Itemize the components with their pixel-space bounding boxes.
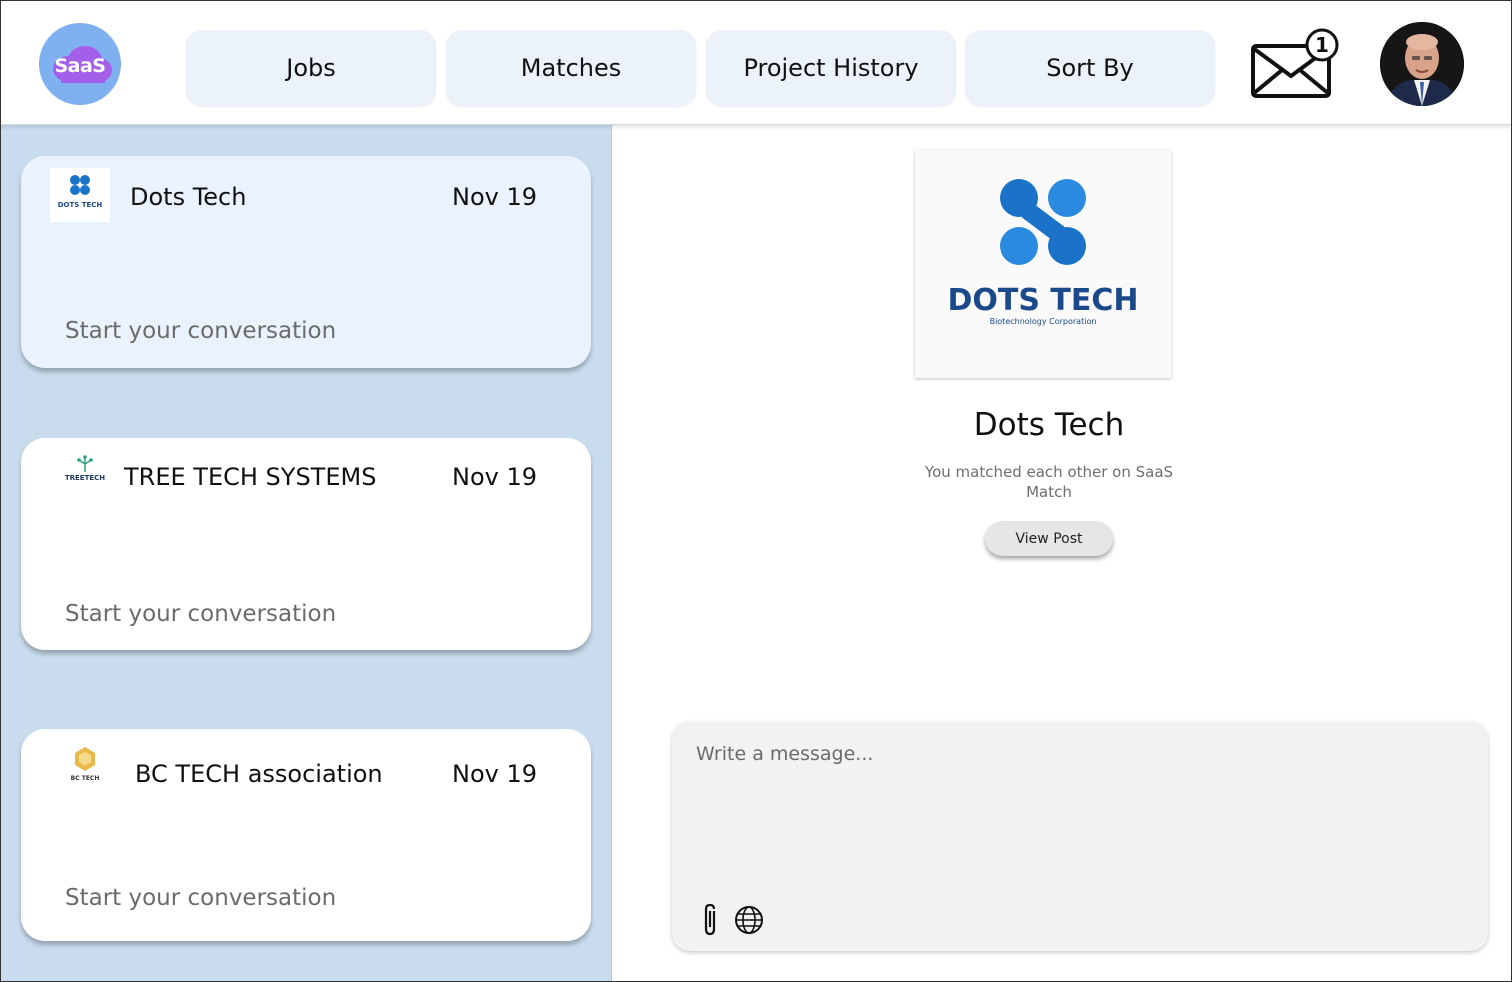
company-name: Dots Tech bbox=[130, 183, 247, 211]
svg-text:BC TECH: BC TECH bbox=[71, 775, 100, 782]
nav-sort-by-button[interactable]: Sort By bbox=[965, 30, 1215, 106]
svg-text:TREETECH: TREETECH bbox=[65, 474, 105, 482]
nav-project-history-button[interactable]: Project History bbox=[706, 30, 956, 106]
mail-icon[interactable]: 1 bbox=[1250, 28, 1342, 100]
saas-logo[interactable]: SaaS bbox=[39, 23, 121, 105]
notification-count: 1 bbox=[1315, 33, 1329, 57]
company-name: TREE TECH SYSTEMS bbox=[124, 463, 377, 491]
dots-tech-logo: DOTS TECH bbox=[50, 168, 110, 222]
match-company-logo: DOTS TECH Biotechnology Corporation bbox=[915, 150, 1171, 378]
logo-subtitle: Biotechnology Corporation bbox=[990, 317, 1097, 326]
logo-title: DOTS TECH bbox=[947, 283, 1138, 318]
bc-tech-logo: BC TECH bbox=[65, 745, 105, 785]
nav-jobs-button[interactable]: Jobs bbox=[186, 30, 436, 106]
company-name: BC TECH association bbox=[135, 760, 383, 788]
message-input[interactable] bbox=[696, 743, 1456, 893]
svg-text:DOTS TECH: DOTS TECH bbox=[58, 201, 103, 209]
conversation-preview: Start your conversation bbox=[65, 601, 337, 627]
message-composer bbox=[672, 721, 1488, 951]
logo-text: SaaS bbox=[54, 55, 106, 77]
tree-tech-logo: TREETECH bbox=[61, 454, 109, 488]
conversation-date: Nov 19 bbox=[451, 183, 537, 211]
conversation-date: Nov 19 bbox=[451, 760, 537, 788]
match-description: You matched each other on SaaS Match bbox=[924, 463, 1174, 501]
view-post-button[interactable]: View Post bbox=[985, 521, 1113, 556]
match-company-name: Dots Tech bbox=[973, 407, 1125, 443]
nav-matches-button[interactable]: Matches bbox=[446, 30, 696, 106]
user-avatar[interactable] bbox=[1380, 22, 1464, 106]
conversation-card-bc-tech[interactable]: BC TECH BC TECH association Nov 19 Start… bbox=[21, 729, 591, 941]
top-navigation-bar: SaaS Jobs Matches Project History Sort B… bbox=[0, 0, 1512, 125]
conversation-date: Nov 19 bbox=[451, 463, 537, 491]
conversation-list: DOTS TECH Dots Tech Nov 19 Start your co… bbox=[0, 125, 612, 982]
conversation-preview: Start your conversation bbox=[65, 318, 337, 344]
conversation-card-dots-tech[interactable]: DOTS TECH Dots Tech Nov 19 Start your co… bbox=[21, 156, 591, 368]
conversation-card-tree-tech[interactable]: TREETECH TREE TECH SYSTEMS Nov 19 Start … bbox=[21, 438, 591, 650]
globe-icon[interactable] bbox=[734, 905, 764, 935]
conversation-preview: Start your conversation bbox=[65, 885, 337, 911]
paperclip-icon[interactable] bbox=[700, 903, 720, 937]
